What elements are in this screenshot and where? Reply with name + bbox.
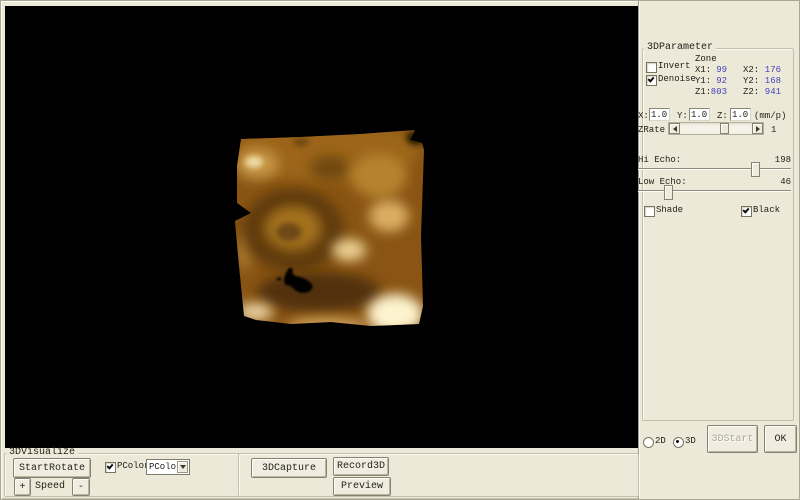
mode-2d-radio-label: 2D — [655, 436, 666, 447]
low-echo-label: Low Echo: — [638, 177, 687, 188]
speed-plus-button[interactable]: + — [14, 478, 31, 496]
3dcapture-button[interactable]: 3DCapture — [251, 458, 327, 478]
denoise-checkbox[interactable] — [646, 75, 657, 86]
shade-checkbox-label: Shade — [656, 205, 683, 216]
speed-minus-button[interactable]: - — [72, 478, 90, 496]
zone-title: Zone — [695, 54, 717, 65]
3dstart-button: 3DStart — [707, 425, 758, 453]
zone-row: Y1: 92 Y2: 168 — [695, 76, 793, 87]
chevron-down-icon — [180, 465, 186, 469]
arrow-left-icon — [673, 126, 677, 132]
hi-echo-value: 198 — [756, 155, 791, 166]
zone-z1-value: 803 — [703, 87, 727, 98]
3dvisualize-group-title: 3DVisualize — [6, 448, 78, 458]
3dparameter-groupbox — [642, 48, 794, 421]
mode-2d-radio[interactable] — [643, 437, 654, 448]
zrate-slider[interactable] — [668, 122, 764, 135]
zrate-label: ZRate — [638, 125, 665, 136]
arrow-right-icon — [756, 126, 760, 132]
zone-z2-value: 941 — [755, 87, 781, 98]
3d-viewport[interactable] — [5, 6, 638, 448]
zone-row: Z1: 803 Z2: 941 — [695, 87, 793, 98]
preview-button[interactable]: Preview — [333, 477, 391, 496]
mode-3d-radio-label: 3D — [685, 436, 696, 447]
mode-3d-radio[interactable] — [673, 437, 684, 448]
black-checkbox[interactable] — [741, 206, 752, 217]
black-checkbox-label: Black — [753, 205, 780, 216]
pcolor-select[interactable]: PColor — [146, 459, 190, 475]
hi-echo-label: Hi Echo: — [638, 155, 681, 166]
pcolor-checkbox[interactable] — [105, 462, 116, 473]
zrate-left-arrow-button[interactable] — [669, 123, 680, 134]
shade-checkbox[interactable] — [644, 206, 655, 217]
pcolor-select-dropdown-button[interactable] — [177, 461, 188, 473]
zone-row: X1: 99 X2: 176 — [695, 65, 793, 76]
speed-label: Speed — [35, 481, 65, 492]
y-scale-label: Y: — [677, 111, 688, 122]
hi-echo-slider-track[interactable] — [638, 168, 791, 170]
z-scale-label: Z: — [717, 111, 728, 122]
low-echo-value: 46 — [756, 177, 791, 188]
low-echo-slider-track[interactable] — [638, 190, 791, 192]
low-echo-slider-thumb[interactable] — [664, 185, 673, 200]
zone-y1-value: 92 — [703, 76, 727, 87]
invert-checkbox-label: Invert — [658, 61, 690, 72]
scale-unit-label: (mm/p) — [754, 111, 786, 122]
ok-button[interactable]: OK — [764, 425, 797, 453]
volume-render-image — [227, 116, 427, 334]
zone-y2-value: 168 — [755, 76, 781, 87]
z-scale-input[interactable] — [730, 108, 751, 121]
x-scale-label: X: — [638, 111, 649, 122]
record3d-button[interactable]: Record3D — [333, 457, 389, 476]
zrate-slider-thumb[interactable] — [720, 123, 729, 134]
invert-checkbox[interactable] — [646, 62, 657, 73]
start-rotate-button[interactable]: StartRotate — [13, 458, 91, 478]
3dparameter-group-title: 3DParameter — [644, 43, 716, 53]
x-scale-input[interactable] — [649, 108, 670, 121]
zone-x2-value: 176 — [755, 65, 781, 76]
zrate-value: 1 — [771, 125, 776, 136]
y-scale-input[interactable] — [689, 108, 710, 121]
denoise-checkbox-label: Denoise — [658, 74, 696, 85]
hi-echo-slider-thumb[interactable] — [751, 162, 760, 177]
zone-x1-value: 99 — [703, 65, 727, 76]
app-window: 3DParameter Invert Denoise Zone X1: 99 X… — [0, 0, 800, 500]
zrate-right-arrow-button[interactable] — [752, 123, 763, 134]
pcolor-checkbox-label: PColor — [117, 461, 149, 472]
